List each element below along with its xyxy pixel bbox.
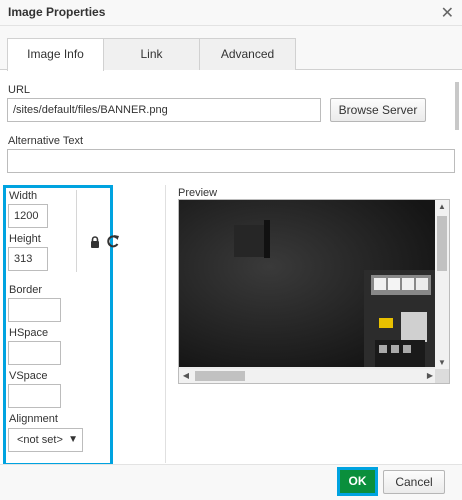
dialog-title: Image Properties <box>8 5 106 19</box>
scroll-down-icon[interactable]: ▼ <box>435 356 449 370</box>
dialog-scrollbar[interactable] <box>455 82 461 462</box>
column-divider <box>165 185 166 463</box>
reset-size-icon[interactable] <box>107 234 120 248</box>
dimensions-divider <box>76 190 77 272</box>
ok-button[interactable]: OK <box>337 467 378 496</box>
alignment-label: Alignment <box>9 413 58 425</box>
scroll-up-icon[interactable]: ▲ <box>435 200 449 214</box>
preview-horizontal-scroll-thumb[interactable] <box>195 371 245 381</box>
preview-vertical-scrollbar[interactable]: ▲ ▼ <box>435 200 449 370</box>
hspace-input[interactable] <box>8 341 61 365</box>
preview-image <box>179 200 437 367</box>
tab-bar: Image Info Link Advanced <box>0 26 462 71</box>
dialog-scroll-thumb[interactable] <box>455 82 459 130</box>
image-properties-dialog: Image Properties ✕ Image Info Link Advan… <box>0 0 462 500</box>
border-input[interactable] <box>8 298 61 322</box>
width-input[interactable] <box>8 204 48 228</box>
width-label: Width <box>9 190 38 202</box>
url-input[interactable] <box>7 98 321 122</box>
chevron-down-icon: ▼ <box>68 434 78 445</box>
cancel-button[interactable]: Cancel <box>383 470 445 494</box>
height-input[interactable] <box>8 247 48 271</box>
vspace-label: VSpace <box>9 370 48 382</box>
tab-advanced[interactable]: Advanced <box>199 38 296 70</box>
preview-vertical-scroll-thumb[interactable] <box>437 216 447 271</box>
scrollbar-corner <box>435 369 449 383</box>
alt-text-label: Alternative Text <box>8 135 84 147</box>
height-label: Height <box>9 233 41 245</box>
alignment-selected-value: <not set> <box>17 434 63 446</box>
border-label: Border <box>9 284 43 296</box>
alignment-select[interactable]: <not set> ▼ <box>8 428 83 452</box>
alt-text-input[interactable] <box>7 149 455 173</box>
tab-link[interactable]: Link <box>103 38 200 70</box>
preview-label: Preview <box>178 187 218 199</box>
close-icon[interactable]: ✕ <box>441 3 454 23</box>
preview-pane: ▲ ▼ ◀ ▶ <box>178 199 450 384</box>
lock-icon[interactable] <box>90 236 100 248</box>
scroll-left-icon[interactable]: ◀ <box>179 369 193 383</box>
browse-server-button[interactable]: Browse Server <box>330 98 426 122</box>
url-label: URL <box>8 84 31 96</box>
hspace-label: HSpace <box>9 327 49 339</box>
preview-horizontal-scrollbar[interactable]: ◀ ▶ <box>179 369 437 383</box>
dialog-titlebar: Image Properties ✕ <box>0 0 462 26</box>
tab-image-info[interactable]: Image Info <box>7 38 104 71</box>
vspace-input[interactable] <box>8 384 61 408</box>
